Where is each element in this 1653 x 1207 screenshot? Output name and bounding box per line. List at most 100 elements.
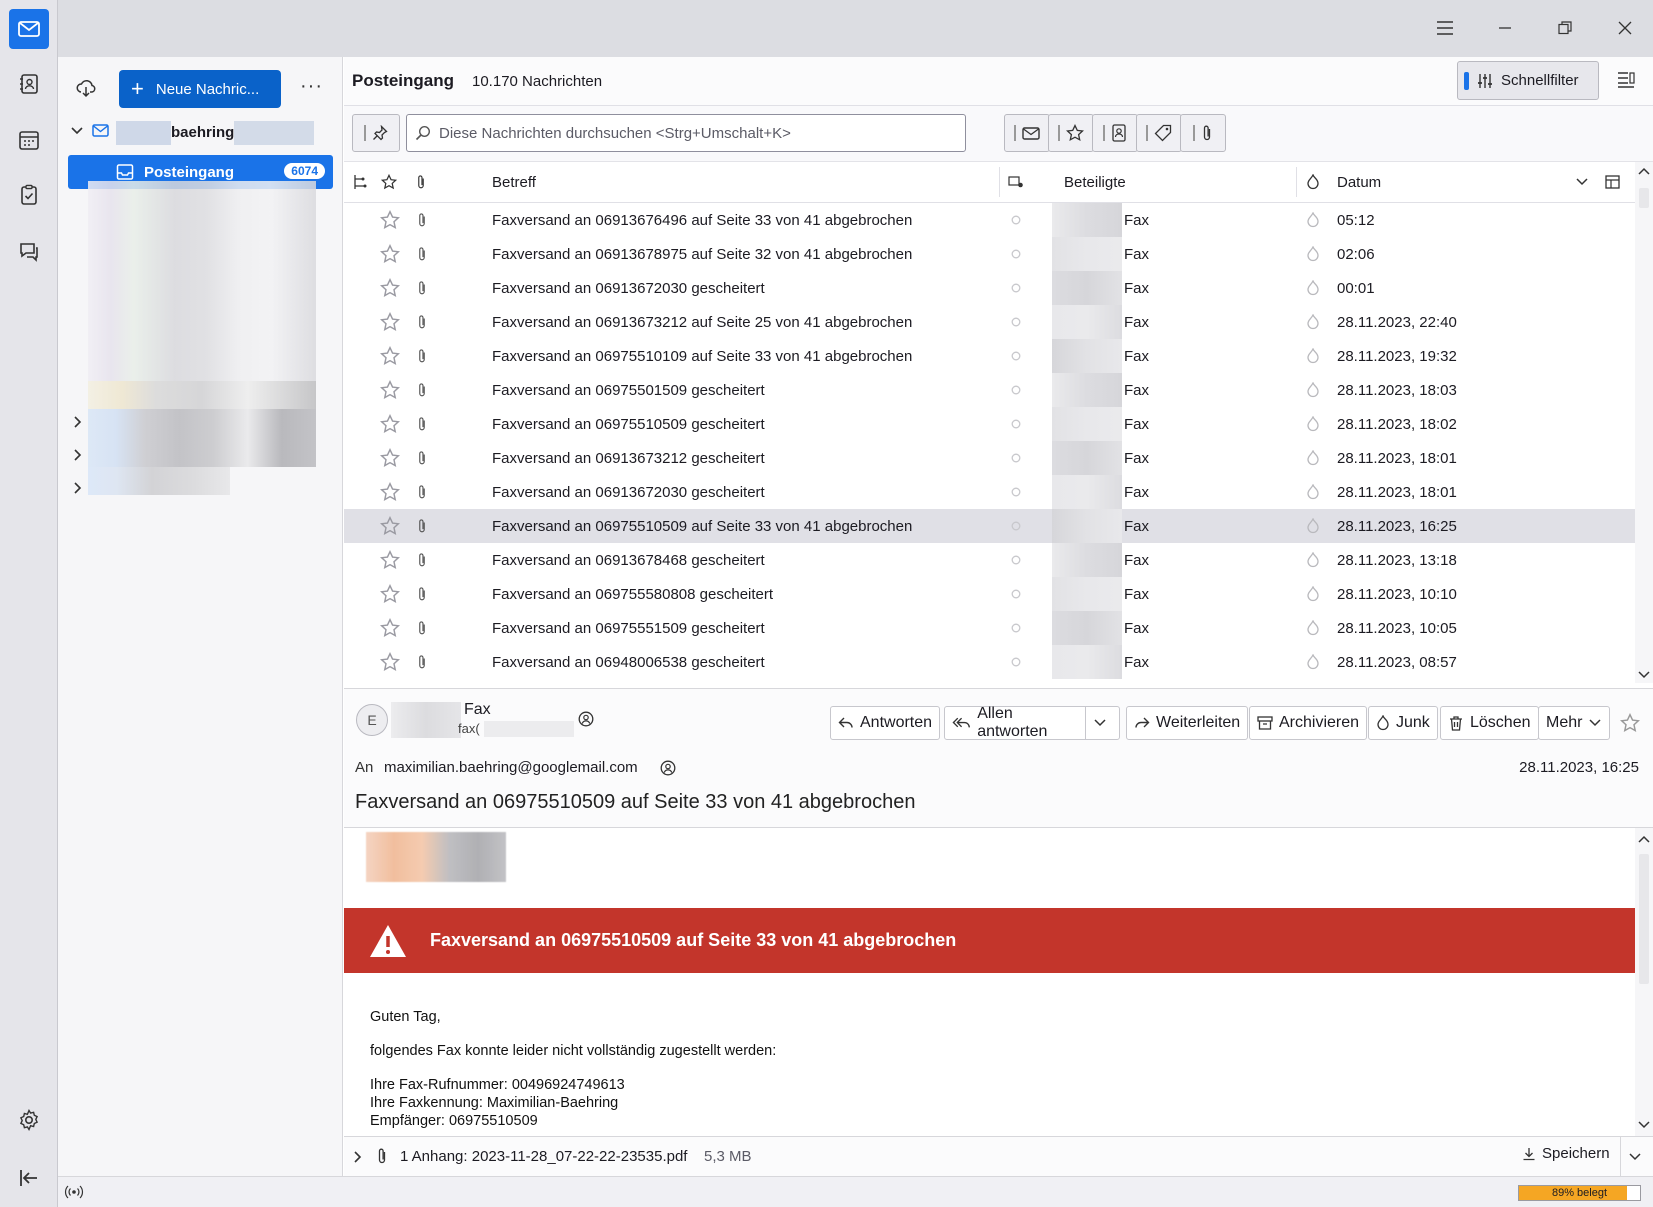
- chevron-right-icon[interactable]: [72, 481, 84, 495]
- unread-dot-icon[interactable]: [1011, 509, 1021, 543]
- table-row[interactable]: Faxversand an 06913673212 gescheitert Fax…: [344, 441, 1635, 475]
- unread-dot-icon[interactable]: [1011, 305, 1021, 339]
- junk-status-icon[interactable]: [1306, 373, 1320, 407]
- calendar-icon[interactable]: [9, 120, 49, 160]
- unread-dot-icon[interactable]: [1011, 407, 1021, 441]
- junk-status-icon[interactable]: [1306, 237, 1320, 271]
- row-subject[interactable]: Faxversand an 06913678975 auf Seite 32 v…: [492, 237, 912, 271]
- sender-email[interactable]: fax(: [458, 721, 480, 736]
- table-row[interactable]: Faxversand an 06975510509 auf Seite 33 v…: [344, 509, 1635, 543]
- scroll-thumb[interactable]: [1639, 854, 1649, 984]
- junk-status-icon[interactable]: [1306, 645, 1320, 679]
- junk-status-icon[interactable]: [1306, 475, 1320, 509]
- junk-status-icon[interactable]: [1306, 611, 1320, 645]
- sender-name[interactable]: Fax: [464, 701, 491, 719]
- unread-dot-icon[interactable]: [1011, 237, 1021, 271]
- row-correspondent[interactable]: Fax: [1124, 237, 1149, 271]
- junk-status-icon[interactable]: [1306, 577, 1320, 611]
- star-icon[interactable]: [380, 305, 400, 339]
- table-row[interactable]: Faxversand an 06913672030 gescheitert Fax…: [344, 475, 1635, 509]
- restore-icon[interactable]: [1535, 0, 1595, 55]
- junk-status-icon[interactable]: [1306, 271, 1320, 305]
- sticky-filter-pin-button[interactable]: [352, 114, 400, 152]
- forward-button[interactable]: Weiterleiten: [1126, 706, 1249, 740]
- row-subject[interactable]: Faxversand an 06913673212 auf Seite 25 v…: [492, 305, 912, 339]
- unread-dot-icon[interactable]: [1011, 543, 1021, 577]
- filter-unread-button[interactable]: [1004, 114, 1050, 152]
- unread-dot-icon[interactable]: [1011, 203, 1021, 237]
- chevron-down-icon[interactable]: [1093, 716, 1107, 730]
- star-icon[interactable]: [380, 271, 400, 305]
- reply-all-button[interactable]: Allen antworten: [944, 705, 1120, 740]
- junk-status-icon[interactable]: [1306, 441, 1320, 475]
- row-correspondent[interactable]: Fax: [1124, 509, 1149, 543]
- row-subject[interactable]: Faxversand an 06913678468 gescheitert: [492, 543, 765, 577]
- table-row[interactable]: Faxversand an 069755580808 gescheitert Fa…: [344, 577, 1635, 611]
- chevron-right-icon[interactable]: [72, 415, 84, 429]
- row-correspondent[interactable]: Fax: [1124, 645, 1149, 679]
- row-correspondent[interactable]: Fax: [1124, 373, 1149, 407]
- quota-meter[interactable]: 89% belegt: [1518, 1185, 1641, 1201]
- message-list-scrollbar[interactable]: [1635, 162, 1653, 683]
- row-correspondent[interactable]: Fax: [1124, 611, 1149, 645]
- get-messages-icon[interactable]: [76, 77, 98, 99]
- account-name[interactable]: baehring: [171, 124, 234, 141]
- search-input[interactable]: Diese Nachrichten durchsuchen <Strg+Umsc…: [406, 114, 966, 152]
- row-subject[interactable]: Faxversand an 06975551509 gescheitert: [492, 611, 765, 645]
- table-row[interactable]: Faxversand an 06913672030 gescheitert Fax…: [344, 271, 1635, 305]
- row-subject[interactable]: Faxversand an 06913672030 gescheitert: [492, 271, 765, 305]
- chevron-right-icon[interactable]: [72, 448, 84, 462]
- tasks-icon[interactable]: [9, 175, 49, 215]
- reply-button[interactable]: Antworten: [830, 706, 941, 740]
- address-book-icon[interactable]: [9, 64, 49, 104]
- table-row[interactable]: Faxversand an 06948006538 gescheitert Fax…: [344, 645, 1635, 679]
- chevron-down-icon[interactable]: [1628, 1150, 1642, 1164]
- scroll-thumb[interactable]: [1639, 188, 1649, 208]
- chat-icon[interactable]: [9, 231, 49, 271]
- more-button[interactable]: Mehr: [1538, 706, 1611, 740]
- unread-dot-icon[interactable]: [1011, 373, 1021, 407]
- archive-button[interactable]: Archivieren: [1249, 706, 1368, 740]
- unread-dot-icon[interactable]: [1011, 339, 1021, 373]
- quick-filter-button[interactable]: Schnellfilter: [1457, 61, 1599, 100]
- row-subject[interactable]: Faxversand an 06975501509 gescheitert: [492, 373, 765, 407]
- settings-gear-icon[interactable]: [9, 1100, 49, 1140]
- online-status-icon[interactable]: [64, 1184, 84, 1200]
- star-column-icon[interactable]: [381, 162, 397, 202]
- chevron-down-icon[interactable]: [70, 124, 84, 138]
- table-row[interactable]: Faxversand an 06913673212 auf Seite 25 v…: [344, 305, 1635, 339]
- contact-add-icon[interactable]: [578, 711, 594, 727]
- row-subject[interactable]: Faxversand an 06975510109 auf Seite 33 v…: [492, 339, 912, 373]
- table-row[interactable]: Faxversand an 06975501509 gescheitert Fax…: [344, 373, 1635, 407]
- unread-dot-icon[interactable]: [1011, 475, 1021, 509]
- row-correspondent[interactable]: Fax: [1124, 543, 1149, 577]
- row-correspondent[interactable]: Fax: [1124, 271, 1149, 305]
- star-icon[interactable]: [380, 407, 400, 441]
- row-correspondent[interactable]: Fax: [1124, 305, 1149, 339]
- star-icon[interactable]: [380, 441, 400, 475]
- new-message-button[interactable]: + Neue Nachric...: [119, 70, 281, 108]
- recipient-address[interactable]: maximilian.baehring@googlemail.com: [384, 759, 638, 776]
- row-correspondent[interactable]: Fax: [1124, 577, 1149, 611]
- column-picker-icon[interactable]: [1605, 162, 1621, 202]
- scroll-down-icon[interactable]: [1638, 1120, 1650, 1130]
- star-icon[interactable]: [380, 203, 400, 237]
- star-icon[interactable]: [380, 509, 400, 543]
- filter-attachment-button[interactable]: [1180, 114, 1226, 152]
- row-subject[interactable]: Faxversand an 069755580808 gescheitert: [492, 577, 773, 611]
- attachment-label[interactable]: 1 Anhang: 2023-11-28_07-22-22-23535.pdf: [400, 1148, 687, 1165]
- row-subject[interactable]: Faxversand an 06913672030 gescheitert: [492, 475, 765, 509]
- filter-tags-button[interactable]: [1136, 114, 1182, 152]
- filter-starred-button[interactable]: [1048, 114, 1094, 152]
- junk-button[interactable]: Junk: [1368, 706, 1438, 740]
- star-icon[interactable]: [380, 611, 400, 645]
- attachment-column-icon[interactable]: [415, 162, 427, 202]
- junk-status-icon[interactable]: [1306, 543, 1320, 577]
- table-row[interactable]: Faxversand an 06913678468 gescheitert Fax…: [344, 543, 1635, 577]
- table-row[interactable]: Faxversand an 06913676496 auf Seite 33 v…: [344, 203, 1635, 237]
- row-correspondent[interactable]: Fax: [1124, 475, 1149, 509]
- row-correspondent[interactable]: Fax: [1124, 441, 1149, 475]
- sort-chevron-down-icon[interactable]: [1575, 162, 1589, 202]
- junk-status-icon[interactable]: [1306, 203, 1320, 237]
- contact-icon[interactable]: [660, 760, 676, 776]
